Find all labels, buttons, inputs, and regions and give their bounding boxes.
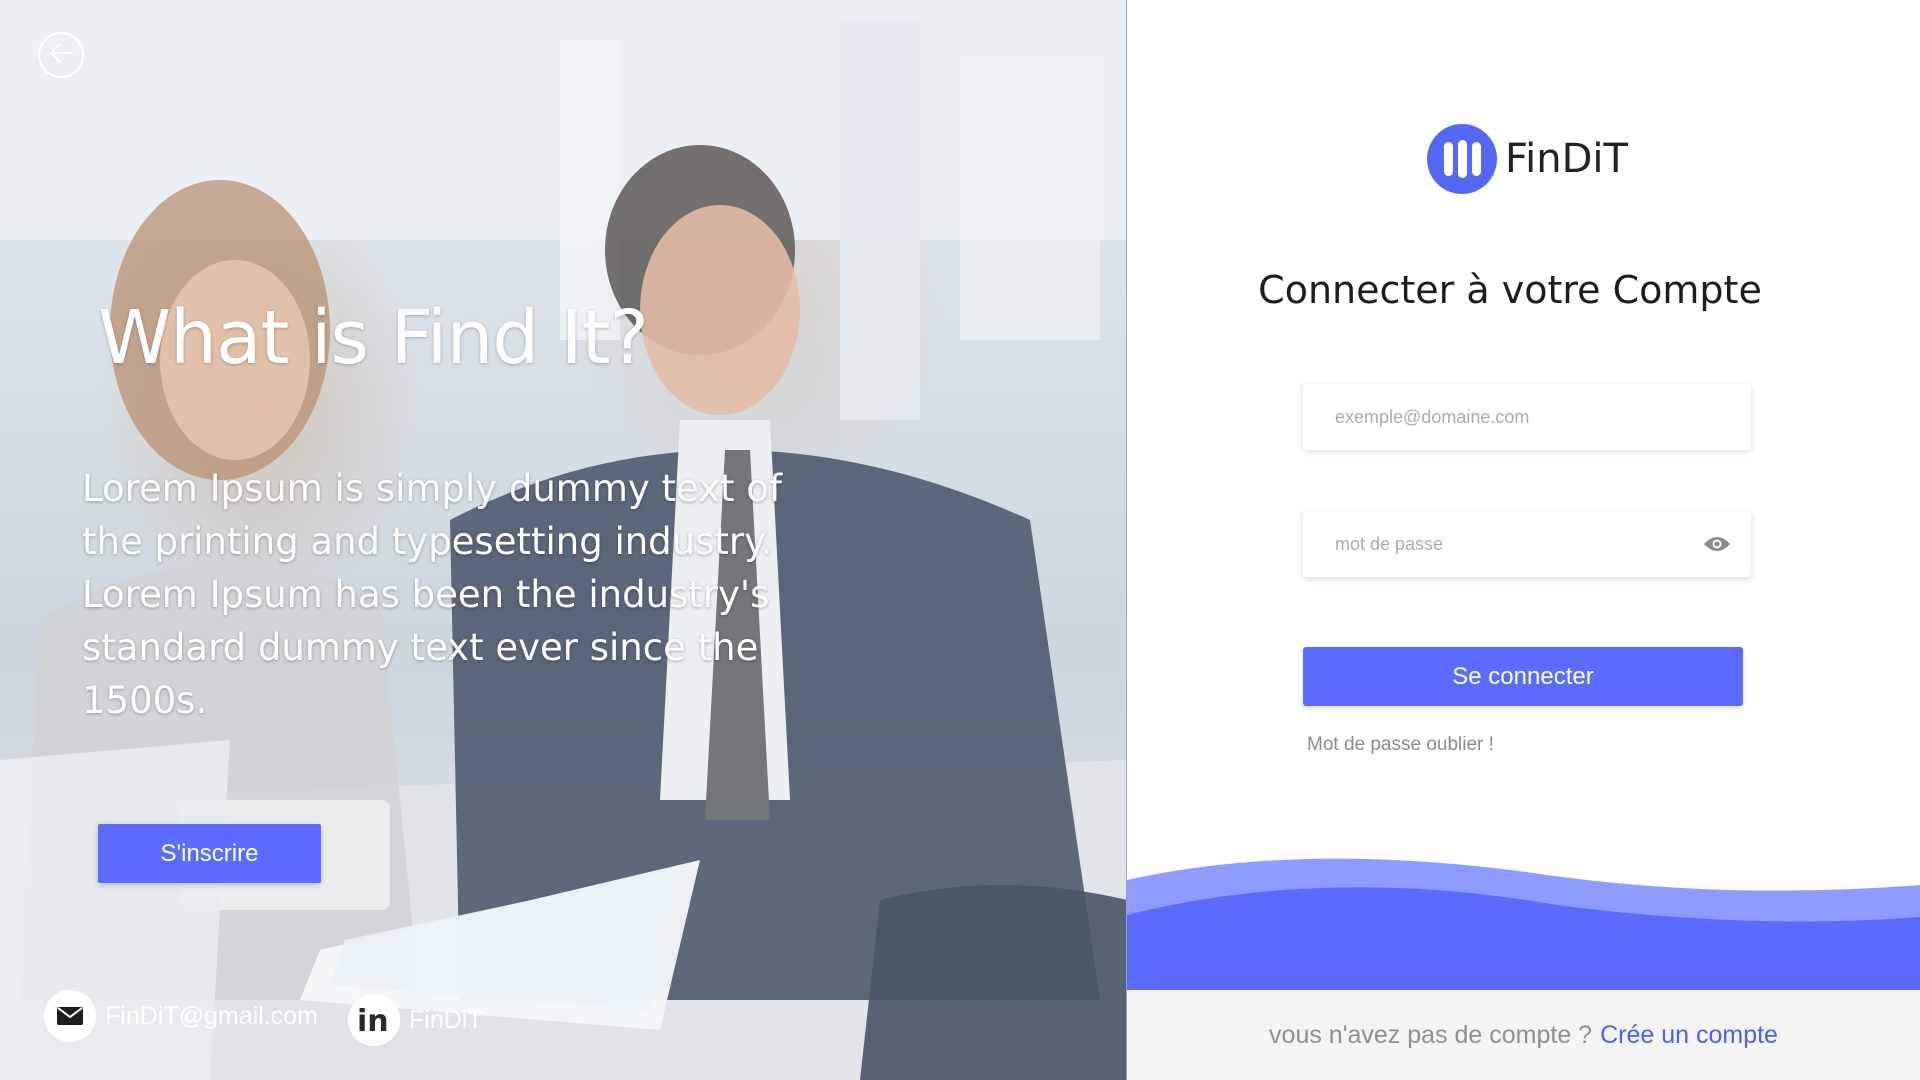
hero-title: What is Find It? [98, 295, 649, 381]
email-field[interactable] [1335, 406, 1719, 428]
password-field-container [1303, 511, 1751, 577]
arrow-left-icon [48, 43, 74, 68]
create-account-link[interactable]: Crée un compte [1600, 1021, 1778, 1050]
password-field[interactable] [1335, 533, 1703, 555]
envelope-icon [44, 990, 96, 1042]
email-field-container [1303, 384, 1751, 450]
hero-description: Lorem Ipsum is simply dummy text of the … [82, 467, 782, 722]
linkedin-contact[interactable]: in FinDiT [348, 994, 483, 1046]
signup-prompt: vous n'avez pas de compte ? [1269, 1020, 1593, 1049]
eye-icon[interactable] [1702, 534, 1731, 554]
brand-logo: FinDiT [1427, 124, 1628, 194]
brand-name: FinDiT [1505, 136, 1628, 182]
logo-mark [1427, 124, 1497, 194]
login-panel: FinDiT Connecter à votre Compte Se conne… [1127, 0, 1920, 1080]
login-title: Connecter à votre Compte [1258, 268, 1762, 312]
svg-text:in: in [357, 1005, 389, 1035]
linkedin-icon: in [348, 994, 400, 1046]
signup-footer: vous n'avez pas de compte ? Crée un comp… [1127, 990, 1920, 1080]
email-contact-label: FinDiT@gmail.com [105, 1001, 318, 1030]
email-contact[interactable]: FinDiT@gmail.com [44, 990, 318, 1042]
decorative-wave [1127, 858, 1920, 990]
login-button[interactable]: Se connecter [1303, 647, 1743, 706]
forgot-password-link[interactable]: Mot de passe oublier ! [1307, 734, 1494, 756]
hero-panel: What is Find It? Lorem Ipsum is simply d… [0, 0, 1127, 1080]
back-button[interactable] [38, 32, 84, 78]
signup-button[interactable]: S'inscrire [98, 824, 321, 883]
linkedin-contact-label: FinDiT [409, 1005, 483, 1034]
